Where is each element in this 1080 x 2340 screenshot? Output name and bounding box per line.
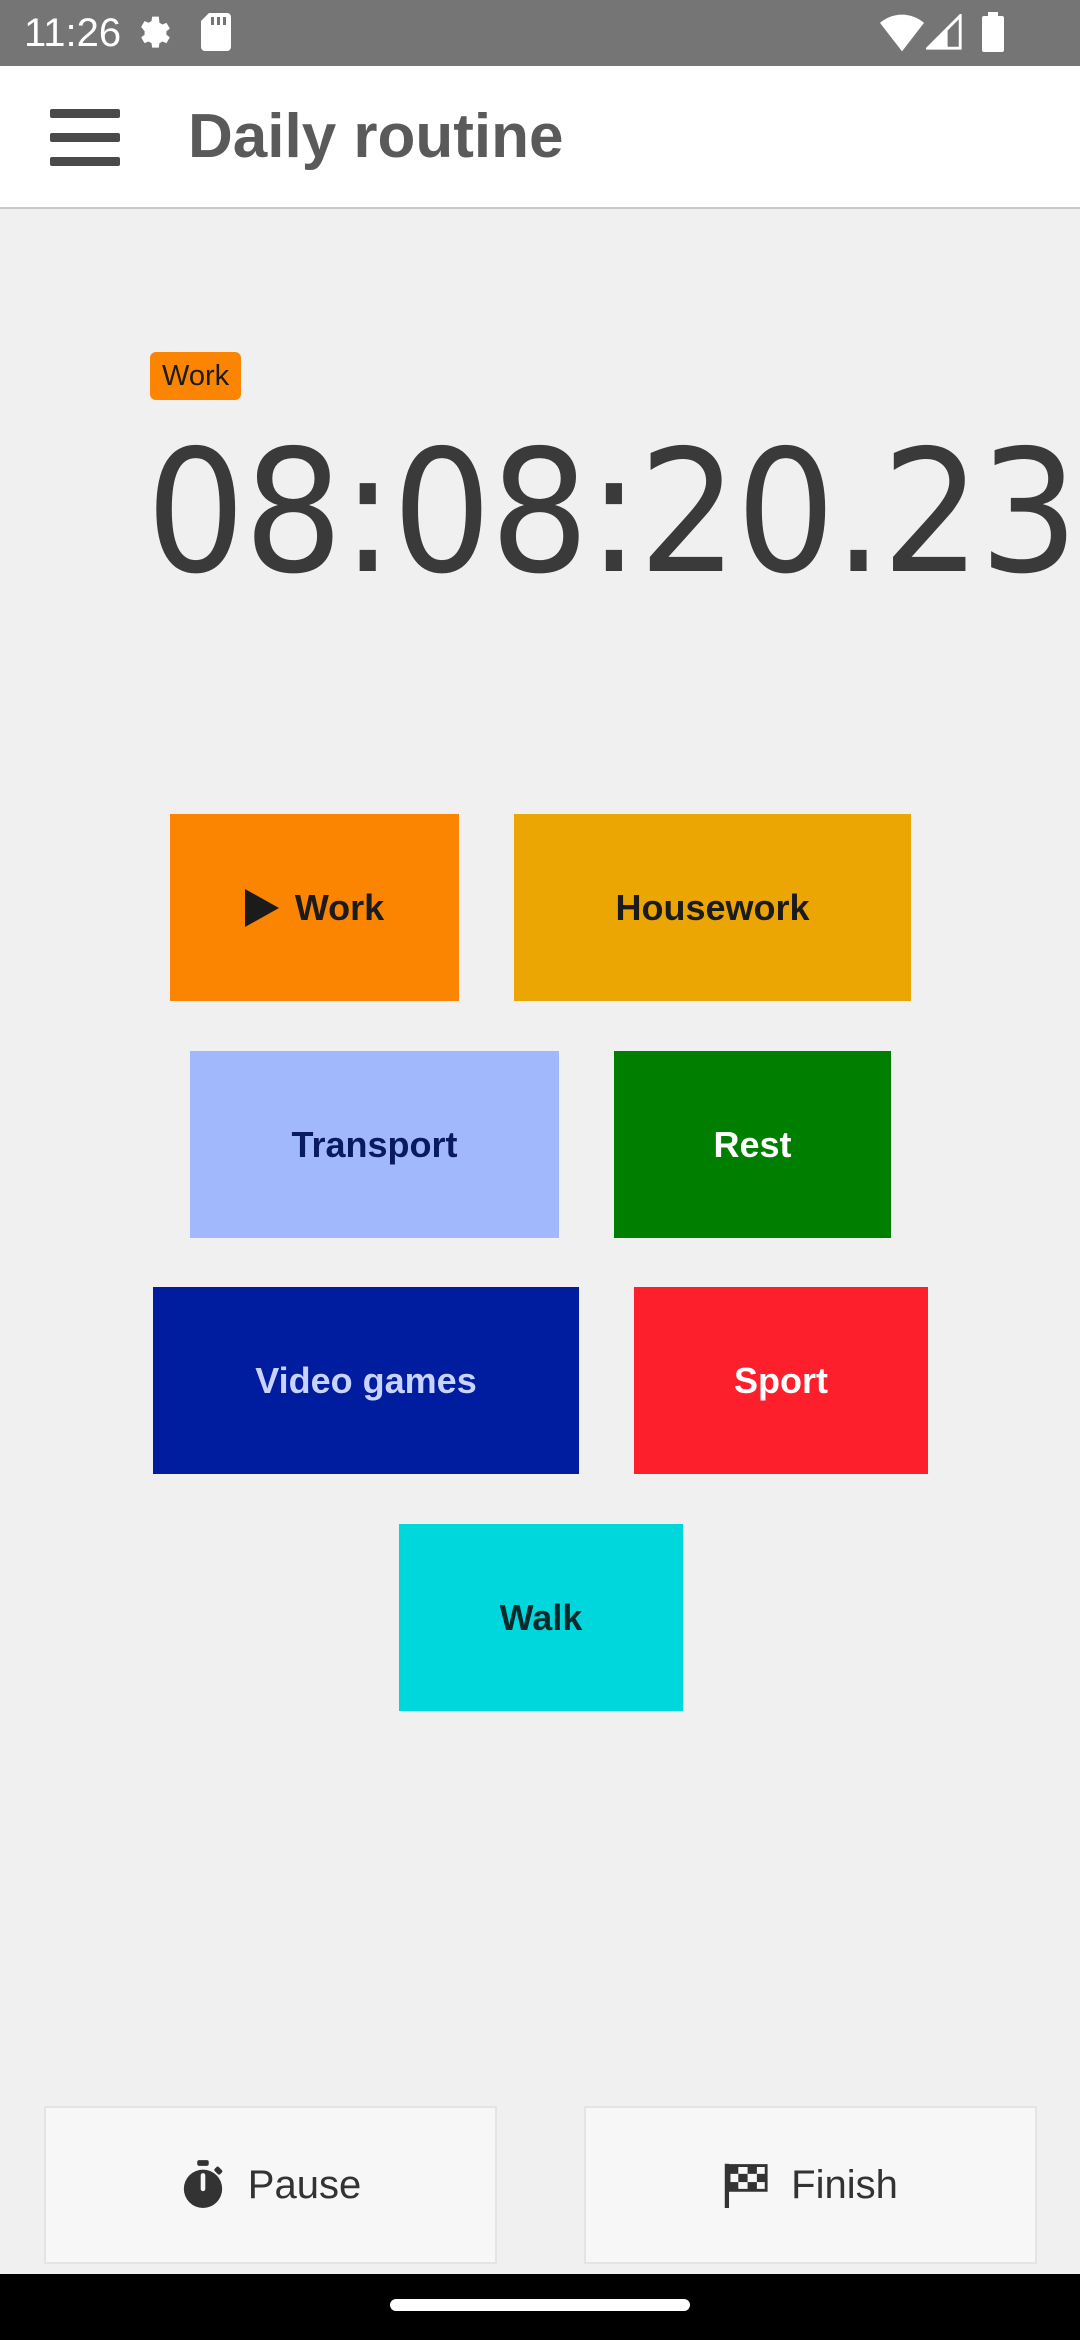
page-title: Daily routine	[188, 102, 564, 171]
finish-button[interactable]: Finish	[584, 2106, 1037, 2264]
activity-button-sport[interactable]: Sport	[634, 1287, 928, 1474]
activity-button-housework[interactable]: Housework	[514, 814, 911, 1001]
pause-label: Pause	[247, 2162, 362, 2207]
hamburger-menu-icon[interactable]	[48, 103, 122, 171]
pause-button[interactable]: Pause	[44, 2106, 497, 2264]
app-bar: Daily routine	[0, 66, 1080, 209]
wifi-icon	[880, 14, 924, 52]
finish-label: Finish	[791, 2162, 898, 2207]
status-bar: 11:26	[0, 0, 1080, 66]
activity-label: Work	[294, 886, 385, 928]
home-gesture-handle[interactable]	[390, 2299, 690, 2311]
activity-label: Housework	[615, 886, 810, 928]
checkered-flag-icon	[724, 2163, 768, 2208]
status-time: 11:26	[24, 11, 122, 55]
stopwatch-icon	[183, 2160, 223, 2208]
activity-label: Sport	[734, 1359, 828, 1401]
activity-button-video-games[interactable]: Video games	[153, 1287, 579, 1474]
activity-button-transport[interactable]: Transport	[190, 1051, 559, 1238]
play-icon	[244, 888, 279, 927]
activity-button-work[interactable]: Work	[170, 814, 459, 1001]
sd-card-icon	[201, 13, 231, 51]
battery-icon	[982, 12, 1004, 52]
signal-icon	[926, 14, 962, 50]
activity-button-walk[interactable]: Walk	[399, 1524, 683, 1711]
activity-label: Rest	[713, 1123, 792, 1165]
current-activity-badge: Work	[150, 352, 242, 400]
activity-label: Walk	[499, 1596, 583, 1638]
activity-label: Transport	[291, 1123, 458, 1165]
gear-icon	[141, 16, 170, 48]
activity-label: Video games	[255, 1359, 477, 1401]
activity-button-rest[interactable]: Rest	[614, 1051, 891, 1238]
elapsed-timer: 08:08:20.23	[146, 414, 1079, 612]
